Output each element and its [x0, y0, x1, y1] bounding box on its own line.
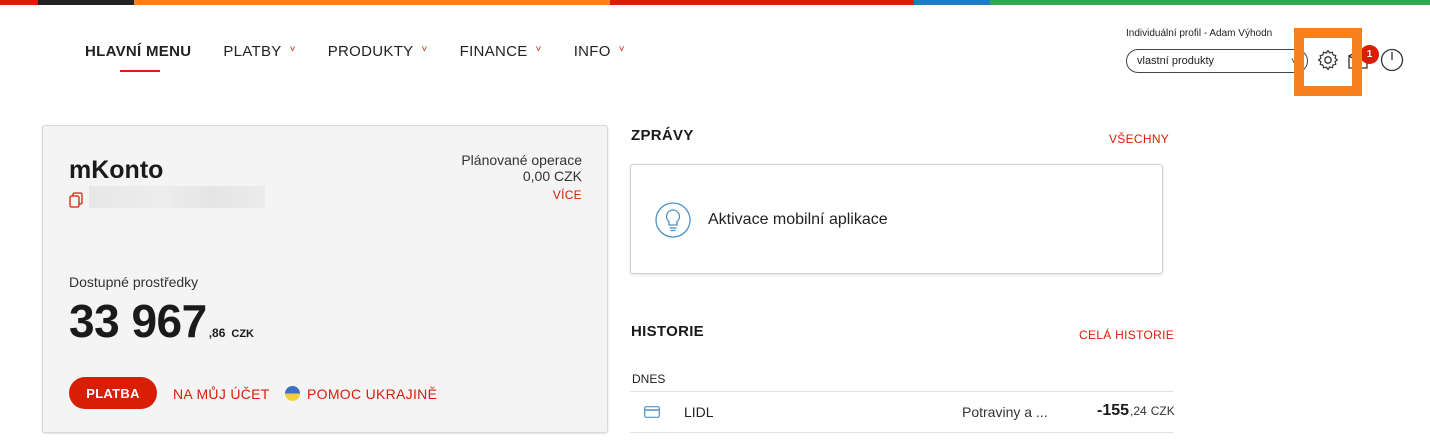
- nav-item-produkty[interactable]: PRODUKTY ˅: [328, 43, 428, 60]
- transaction-amount-decimal: ,24: [1130, 404, 1147, 418]
- notification-badge: 1: [1360, 45, 1379, 64]
- balance-integer: 33 967: [69, 295, 207, 347]
- own-account-link[interactable]: NA MŮJ ÚČET: [173, 386, 270, 402]
- power-icon[interactable]: [1380, 48, 1404, 72]
- divider: [630, 432, 1173, 433]
- nav-item-label: PRODUKTY: [327, 43, 414, 60]
- nav-item-hlavni-menu[interactable]: HLAVNÍ MENU: [85, 43, 192, 72]
- messages-title: ZPRÁVY: [631, 127, 694, 144]
- account-name: mKonto: [69, 156, 164, 184]
- nav-item-label: FINANCE: [459, 43, 528, 60]
- planned-operations-label: Plánované operace: [461, 152, 582, 168]
- nav-item-platby[interactable]: PLATBY ˅: [223, 43, 295, 60]
- nav-item-label: PLATBY: [223, 43, 282, 60]
- profile-select[interactable]: vlastní produkty ˅: [1126, 49, 1308, 73]
- top-color-strip: [0, 0, 1430, 5]
- help-ukraine-link[interactable]: POMOC UKRAJINĚ: [307, 386, 437, 402]
- account-number-redacted: [89, 186, 265, 208]
- transaction-amount-integer: -155: [1097, 402, 1130, 419]
- lightbulb-icon: [655, 202, 691, 238]
- payment-card-icon: [644, 406, 660, 418]
- profile-label: Individuální profil - Adam Výhodn: [1126, 28, 1273, 39]
- strip-segment: [134, 0, 610, 5]
- ukraine-flag-icon: [285, 386, 300, 401]
- history-day-label: DNES: [632, 372, 666, 386]
- history-title: HISTORIE: [631, 323, 704, 340]
- chevron-down-icon: ˅: [421, 44, 428, 55]
- account-card[interactable]: mKonto Plánované operace 0,00 CZK VÍCE D…: [42, 125, 608, 433]
- strip-segment: [38, 0, 134, 5]
- balance-decimal: ,86: [208, 326, 226, 340]
- copy-icon[interactable]: [69, 192, 83, 208]
- strip-segment: [0, 0, 38, 5]
- strip-segment: [610, 0, 914, 5]
- transaction-currency: CZK: [1150, 404, 1175, 418]
- nav-item-info[interactable]: INFO ˅: [574, 43, 625, 60]
- all-messages-link[interactable]: VŠECHNY: [1109, 132, 1169, 146]
- balance: 33 967 ,86 CZK: [69, 294, 254, 348]
- transaction-name[interactable]: LIDL: [684, 404, 714, 420]
- strip-segment: [914, 0, 990, 5]
- chevron-down-icon: ˅: [618, 44, 625, 55]
- chevron-down-icon: ˅: [535, 44, 542, 55]
- nav-item-finance[interactable]: FINANCE ˅: [460, 43, 542, 60]
- main-nav: HLAVNÍ MENU PLATBY ˅ PRODUKTY ˅ FINANCE …: [85, 43, 657, 72]
- divider: [630, 391, 1173, 392]
- strip-segment: [990, 0, 1430, 5]
- more-link[interactable]: VÍCE: [553, 188, 582, 202]
- nav-item-label: HLAVNÍ MENU: [85, 43, 192, 60]
- transaction-category: Potraviny a ...: [962, 404, 1048, 420]
- available-funds-label: Dostupné prostředky: [69, 274, 199, 290]
- payment-button[interactable]: PLATBA: [69, 377, 157, 409]
- highlight-box: [1294, 28, 1362, 96]
- transaction-amount: -155 ,24 CZK: [1097, 402, 1175, 420]
- balance-currency: CZK: [231, 328, 254, 340]
- planned-operations-value: 0,00 CZK: [522, 168, 582, 184]
- full-history-link[interactable]: CELÁ HISTORIE: [1079, 328, 1174, 342]
- profile-select-value: vlastní produkty: [1137, 55, 1215, 67]
- message-text: Aktivace mobilní aplikace: [708, 211, 888, 228]
- chevron-down-icon: ˅: [289, 44, 296, 55]
- nav-item-label: INFO: [573, 43, 611, 60]
- message-item[interactable]: Aktivace mobilní aplikace: [630, 164, 1163, 274]
